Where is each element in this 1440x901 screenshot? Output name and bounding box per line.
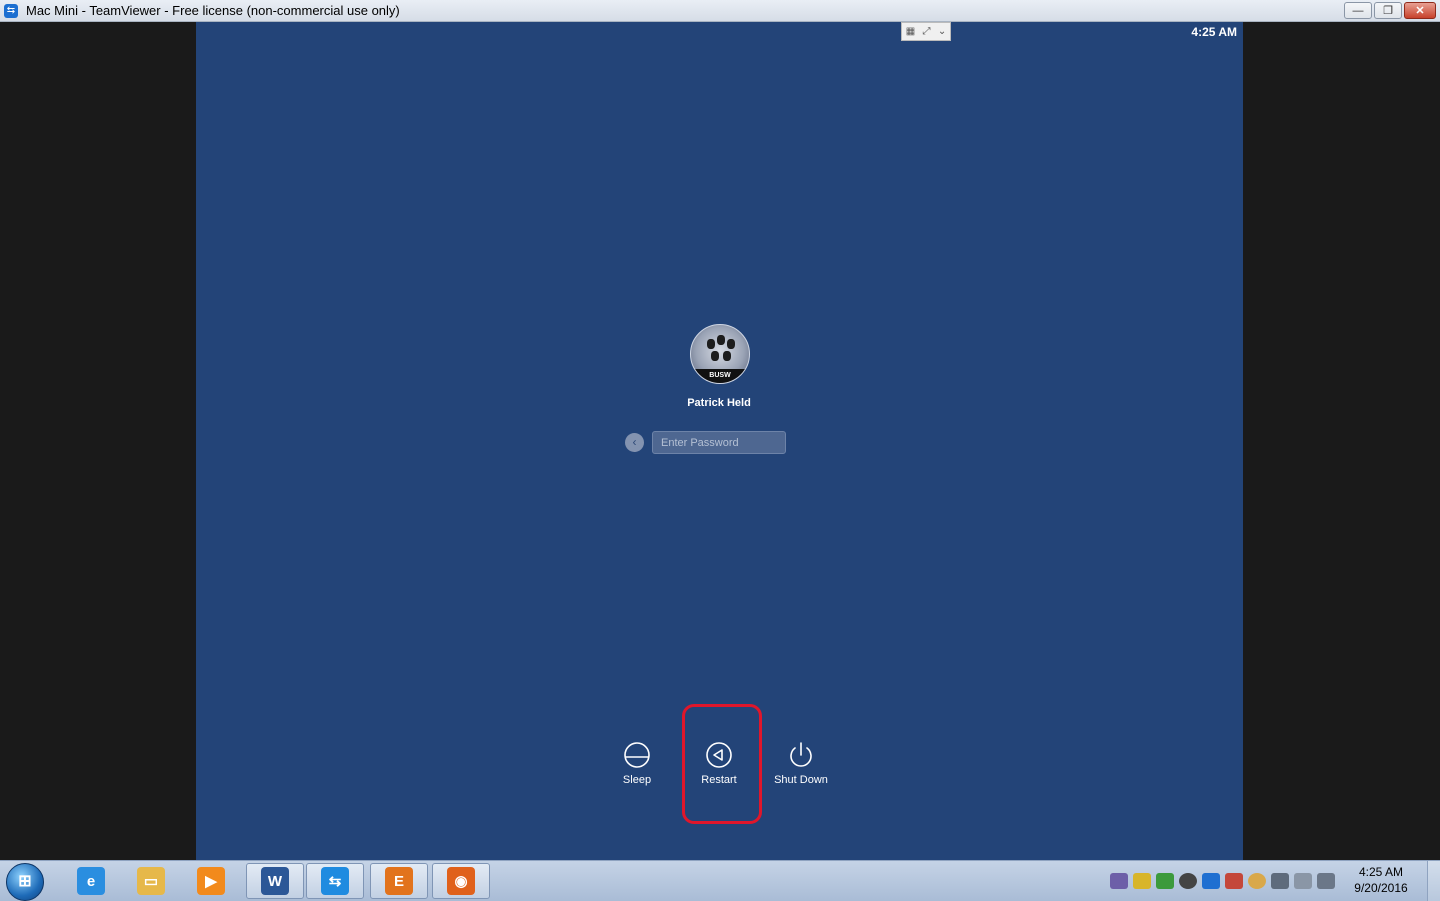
password-input[interactable] [652,431,786,454]
back-arrow-icon[interactable]: ‹ [625,433,644,452]
tray-icon-monitors[interactable] [1156,873,1174,889]
tray-icon-printer[interactable] [1271,873,1289,889]
start-button[interactable]: ⊞ [6,863,44,901]
word-icon: W [261,867,289,895]
username-label: Patrick Held [687,397,751,409]
taskbar-e-app-button[interactable]: E [370,863,428,899]
taskbar: ⊞ e ▭ ▶ W ⇆ E ◉ 4:25 AM 9/20/2016 [0,860,1440,901]
clock-time: 4:25 AM [1358,865,1404,879]
tray-icon-cloud[interactable] [1248,873,1266,889]
restore-button[interactable]: ❐ [1374,2,1402,19]
windows-explorer-icon: ▭ [137,867,165,895]
minimize-button[interactable]: — [1344,2,1372,19]
remote-screen[interactable]: ▦ ⤢ ⌄ 4:25 AM BUSW Patrick Held ‹ Sleep … [196,22,1243,860]
chevron-down-icon[interactable]: ⌄ [938,26,946,37]
tray-icon-volume[interactable] [1225,873,1243,889]
taskbar-internet-explorer-button[interactable]: e [62,863,120,899]
window-titlebar: ⇆ Mac Mini - TeamViewer - Free license (… [0,0,1440,22]
teamviewer-toolbar[interactable]: ▦ ⤢ ⌄ [901,22,951,41]
user-avatar[interactable]: BUSW [690,324,750,384]
system-tray [1110,869,1350,893]
media-player-icon: ▶ [197,867,225,895]
taskbar-teamviewer-button[interactable]: ⇆ [306,863,364,899]
firefox-icon: ◉ [447,867,475,895]
e-app-icon: E [385,867,413,895]
internet-explorer-icon: e [77,867,105,895]
sleep-icon [624,742,650,768]
tray-icon-shield[interactable] [1133,873,1151,889]
taskbar-word-button[interactable]: W [246,863,304,899]
close-button[interactable]: ✕ [1404,2,1436,19]
taskbar-media-player-button[interactable]: ▶ [182,863,240,899]
taskbar-firefox-button[interactable]: ◉ [432,863,490,899]
flag-icon[interactable] [1294,873,1312,889]
power-icon [790,742,812,767]
shutdown-label: Shut Down [774,774,828,786]
teamviewer-icon: ⇆ [321,867,349,895]
grid-icon[interactable]: ▦ [906,26,915,37]
teamviewer-icon: ⇆ [4,3,18,18]
avatar-label: BUSW [691,369,749,383]
clock-date: 9/20/2016 [1354,881,1408,895]
tray-icon-teamviewer[interactable] [1202,873,1220,889]
system-clock[interactable]: 4:25 AM 9/20/2016 [1346,864,1416,896]
taskbar-windows-explorer-button[interactable]: ▭ [122,863,180,899]
window-title: Mac Mini - TeamViewer - Free license (no… [26,3,400,18]
fullscreen-icon[interactable]: ⤢ [923,26,931,37]
menu-clock: 4:25 AM [1191,25,1237,39]
windows-logo-icon: ⊞ [18,873,32,890]
restart-highlight-box [682,704,762,824]
shutdown-button[interactable]: Shut Down [766,740,836,786]
tray-icon-network-x[interactable] [1110,873,1128,889]
sleep-label: Sleep [622,774,652,786]
window-controls: — ❐ ✕ [1344,2,1436,19]
tray-icon-swirl[interactable] [1179,873,1197,889]
sleep-button[interactable]: Sleep [602,740,672,786]
show-desktop-button[interactable] [1427,861,1440,901]
tray-icon-display[interactable] [1317,873,1335,889]
